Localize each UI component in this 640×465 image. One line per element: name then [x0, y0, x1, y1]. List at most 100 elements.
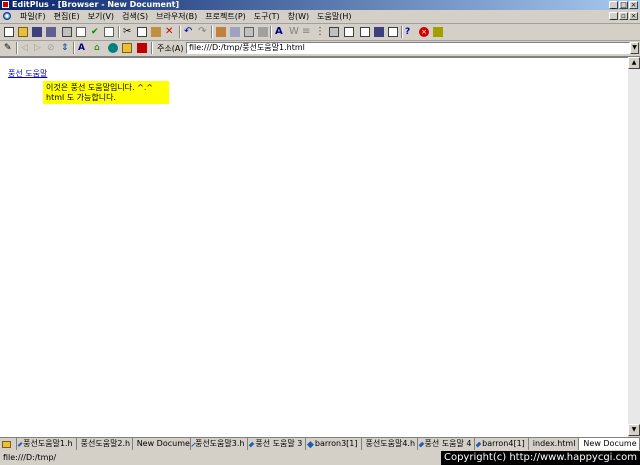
- document-tab-icon: [249, 441, 255, 447]
- cut-icon[interactable]: ✂: [123, 27, 133, 37]
- pen-icon[interactable]: ✎: [4, 43, 14, 53]
- new-file-icon[interactable]: [4, 27, 14, 37]
- standard-toolbar: ✔ ✂ ✕ ↶ ↷ A W ≡ ⋮ ? ×: [0, 24, 640, 41]
- directory-tab[interactable]: [0, 438, 17, 450]
- save-icon[interactable]: [32, 27, 42, 37]
- save-all-icon[interactable]: [46, 27, 56, 37]
- menu-browser[interactable]: 브라우저(B): [152, 10, 201, 23]
- web-icon[interactable]: [108, 43, 118, 53]
- tab-document[interactable]: 풍선도움말3.h: [190, 438, 249, 450]
- toolbar-separator: [73, 42, 75, 54]
- toolbar-separator: [118, 26, 120, 38]
- tab-document[interactable]: barron3[1]: [306, 438, 362, 450]
- address-label: 주소(A): [157, 44, 184, 53]
- title-bar: EditPlus - [Browser - New Document] _ □ …: [0, 0, 640, 10]
- menu-search[interactable]: 검색(S): [118, 10, 152, 23]
- document-tab-icon: [418, 441, 424, 447]
- tooltip-line-1: 이것은 풍선 도움말입니다. ^.^: [46, 83, 154, 92]
- font-icon[interactable]: A: [275, 27, 285, 37]
- address-input[interactable]: file:///D:/tmp/풍선도움말1.html: [186, 42, 630, 54]
- goto-icon[interactable]: [258, 27, 268, 37]
- undo-icon[interactable]: ↶: [184, 27, 194, 37]
- source-icon[interactable]: [137, 43, 147, 53]
- menu-window[interactable]: 창(W): [284, 10, 314, 23]
- menu-project[interactable]: 프로젝트(P): [201, 10, 250, 23]
- toolbar-separator: [16, 42, 18, 54]
- stop-icon[interactable]: ×: [419, 27, 429, 37]
- app-icon[interactable]: [2, 1, 9, 8]
- balloon-help-link[interactable]: 풍선 도움말: [8, 68, 47, 79]
- scroll-up-button[interactable]: ▲: [628, 57, 640, 69]
- home-icon[interactable]: ⌂: [94, 43, 104, 53]
- replace-icon[interactable]: [230, 27, 240, 37]
- copyright-watermark: Copyright(c) http://www.happycgi.com: [440, 451, 640, 465]
- menu-help[interactable]: 도움말(H): [313, 10, 355, 23]
- forward-icon[interactable]: ▷: [34, 43, 44, 53]
- tab-document[interactable]: barron4[1]: [475, 438, 529, 450]
- doc-close-button[interactable]: ×: [629, 12, 638, 20]
- document-tab-icon: [307, 440, 314, 448]
- tools-icon[interactable]: [433, 27, 443, 37]
- print-preview-icon[interactable]: [76, 27, 86, 37]
- tab-document[interactable]: index.html: [529, 438, 580, 450]
- toolbar-separator: [151, 42, 153, 54]
- directory-icon[interactable]: [374, 27, 384, 37]
- favorites-icon[interactable]: [122, 43, 132, 53]
- window-controls: _ □ ×: [609, 1, 638, 9]
- document-icon[interactable]: [3, 12, 11, 20]
- status-path: file:///D:/tmp/: [3, 453, 57, 462]
- menu-items: 파일(F) 편집(E) 보기(V) 검색(S) 브라우저(B) 프로젝트(P) …: [16, 10, 356, 23]
- close-button[interactable]: ×: [629, 1, 638, 9]
- open-folder-icon[interactable]: [18, 27, 28, 37]
- browser-icon[interactable]: [344, 27, 354, 37]
- paste-icon[interactable]: [151, 27, 161, 37]
- doc-restore-button[interactable]: ▫: [619, 12, 628, 20]
- cliptext-icon[interactable]: [360, 27, 370, 37]
- browser-toolbar: ✎ ◁ ▷ ⊘ ⇕ A ⌂ 주소(A) file:///D:/tmp/풍선도움말…: [0, 41, 640, 57]
- copy-icon[interactable]: [137, 27, 147, 37]
- line-number-icon[interactable]: [329, 27, 339, 37]
- minimize-button[interactable]: _: [609, 1, 618, 9]
- browser-content: 풍선 도움말 이것은 풍선 도움말입니다. ^.^ html 도 가능합니다.: [0, 57, 628, 437]
- help-icon[interactable]: ?: [405, 27, 415, 37]
- maximize-button[interactable]: □: [619, 1, 628, 9]
- tab-document[interactable]: 풍선도움말4.h: [361, 438, 418, 450]
- find-next-icon[interactable]: [244, 27, 254, 37]
- document-tab-bar: 풍선도움말1.h 풍선도움말2.h New Docume 풍선도움말3.h 풍선…: [0, 437, 640, 451]
- delete-icon[interactable]: ✕: [165, 27, 175, 37]
- ruler-icon[interactable]: ⋮: [315, 27, 325, 37]
- stop-loading-icon[interactable]: ⊘: [47, 43, 57, 53]
- output-window-icon[interactable]: [388, 27, 398, 37]
- menu-tools[interactable]: 도구(T): [250, 10, 284, 23]
- scroll-down-button[interactable]: ▼: [628, 424, 640, 436]
- find-icon[interactable]: [216, 27, 226, 37]
- back-icon[interactable]: ◁: [21, 43, 31, 53]
- menu-edit[interactable]: 편집(E): [50, 10, 84, 23]
- window-title: EditPlus - [Browser - New Document]: [12, 0, 180, 9]
- doc-minimize-button[interactable]: _: [609, 12, 618, 20]
- tab-document[interactable]: New Docume: [132, 438, 191, 450]
- tab-document[interactable]: 풍선 도움말 4: [418, 438, 476, 450]
- toolbar-separator: [179, 26, 181, 38]
- text-size-icon[interactable]: A: [78, 43, 88, 53]
- print-icon[interactable]: [62, 27, 72, 37]
- indent-icon[interactable]: ≡: [302, 27, 312, 37]
- tooltip-line-2: html 도 가능합니다.: [46, 93, 117, 102]
- tab-document-active[interactable]: New Docume: [579, 438, 640, 450]
- tab-document[interactable]: 풍선도움말1.h: [17, 438, 77, 450]
- tab-document[interactable]: 풍선 도움말 3: [248, 438, 307, 450]
- word-wrap-icon[interactable]: W: [289, 27, 299, 37]
- spellcheck-icon[interactable]: ✔: [91, 27, 101, 37]
- vertical-scrollbar[interactable]: ▲ ▼: [628, 57, 640, 436]
- redo-icon[interactable]: ↷: [198, 27, 208, 37]
- refresh-icon[interactable]: ⇕: [61, 43, 71, 53]
- balloon-tooltip: 이것은 풍선 도움말입니다. ^.^ html 도 가능합니다.: [43, 81, 169, 104]
- tab-document[interactable]: 풍선도움말2.h: [76, 438, 133, 450]
- menu-view[interactable]: 보기(V): [84, 10, 118, 23]
- menu-file[interactable]: 파일(F): [16, 10, 50, 23]
- page-icon[interactable]: [104, 27, 114, 37]
- document-window-controls: _ ▫ ×: [609, 12, 638, 20]
- toolbar-separator: [270, 26, 272, 38]
- document-tab-icon: [476, 441, 482, 447]
- address-dropdown-button[interactable]: ▼: [630, 42, 639, 54]
